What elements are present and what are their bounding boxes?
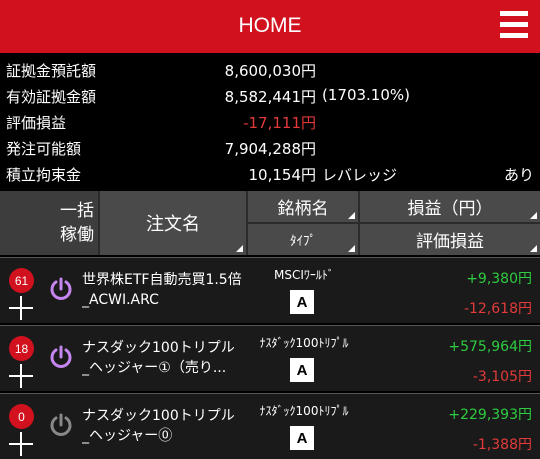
type-header[interactable]: ﾀｲﾌﾟ <box>248 224 358 255</box>
symbol-name: ﾅｽﾀﾞｯｸ100ﾄﾘﾌﾟﾙ <box>259 336 349 350</box>
pl-value: +9,380円 <box>466 271 532 287</box>
order-name: ナスダック100トリプル _ヘッジャー⓪ <box>82 406 252 446</box>
order-name: 世界株ETF自動売買1.5倍 _ACWI.ARC <box>82 270 252 310</box>
summary-label: 積立拘束金 <box>6 166 82 184</box>
table-row[interactable]: 18 ナスダック100トリプル _ヘッジャー①（売り... ﾅｽﾀﾞｯｸ100ﾄ… <box>0 325 540 391</box>
order-name-line2: _ヘッジャー⓪ <box>82 428 173 444</box>
summary-row-available: 発注可能額 7,904,288円 <box>0 135 540 161</box>
symbol-name: MSCIﾜｰﾙﾄﾞ <box>274 268 334 282</box>
app-header: HOME <box>0 0 540 53</box>
order-name-line2: _ヘッジャー①（売り... <box>82 360 227 376</box>
margin-ratio: (1703.10%) <box>322 86 410 104</box>
valuation-value: -12,618円 <box>463 301 532 317</box>
valuation-value: -3,105円 <box>472 369 532 385</box>
pl-value: +575,964円 <box>448 339 532 355</box>
leverage-label: レバレッジ <box>322 166 398 184</box>
summary-label: 証拠金預託額 <box>6 62 97 80</box>
add-icon[interactable] <box>9 364 35 390</box>
order-count-badge: 61 <box>9 268 34 293</box>
symbol-name: ﾅｽﾀﾞｯｸ100ﾄﾘﾌﾟﾙ <box>259 404 349 418</box>
symbol-header[interactable]: 銘柄名 <box>248 191 358 222</box>
sort-indicator-icon <box>530 245 537 252</box>
summary-value: 8,582,441円 <box>224 88 316 106</box>
pl-value: +229,393円 <box>448 407 532 423</box>
summary-row-deposit: 証拠金預託額 8,600,030円 <box>0 57 540 83</box>
valuation-value: -1,388円 <box>472 437 532 453</box>
order-name-line1: ナスダック100トリプル <box>82 340 235 356</box>
type-badge: A <box>290 358 314 382</box>
summary-row-effective-margin: 有効証拠金額 8,582,441円 (1703.10%) <box>0 83 540 109</box>
type-badge: A <box>290 290 314 314</box>
leverage-value: あり <box>503 166 534 184</box>
table-row[interactable]: 0 ナスダック100トリプル _ヘッジャー⓪ ﾅｽﾀﾞｯｸ100ﾄﾘﾌﾟﾙ A … <box>0 393 540 459</box>
sort-indicator-icon <box>348 212 355 219</box>
summary-label: 評価損益 <box>6 114 67 132</box>
pl-label: 損益（円） <box>407 199 493 219</box>
sort-indicator-icon <box>530 212 537 219</box>
summary-row-valuation: 評価損益 -17,111円 <box>0 109 540 135</box>
summary-value: 10,154円 <box>248 166 317 184</box>
valuation-label: 評価損益 <box>416 232 484 252</box>
summary-row-reserve: 積立拘束金 10,154円 レバレッジ あり <box>0 161 540 187</box>
bulk-run-label-2: 稼働 <box>60 225 94 245</box>
add-icon[interactable] <box>9 296 35 322</box>
summary-label: 有効証拠金額 <box>6 88 97 106</box>
order-name-header[interactable]: 注文名 <box>100 191 246 255</box>
hamburger-menu-icon[interactable] <box>500 11 530 41</box>
type-label: ﾀｲﾌﾟ <box>290 234 316 249</box>
power-toggle-icon[interactable] <box>48 276 74 302</box>
table-row[interactable]: 61 世界株ETF自動売買1.5倍 _ACWI.ARC MSCIﾜｰﾙﾄﾞ A … <box>0 257 540 323</box>
summary-value: 7,904,288円 <box>224 140 316 158</box>
pl-header[interactable]: 損益（円） <box>360 191 540 222</box>
valuation-header[interactable]: 評価損益 <box>360 224 540 255</box>
bulk-run-label-1: 一括 <box>60 201 94 221</box>
order-name-line2: _ACWI.ARC <box>82 292 159 308</box>
order-name-label: 注文名 <box>146 214 200 235</box>
type-badge: A <box>290 426 314 450</box>
order-count-badge: 18 <box>9 336 34 361</box>
order-name: ナスダック100トリプル _ヘッジャー①（売り... <box>82 338 252 378</box>
sort-indicator-icon <box>348 245 355 252</box>
page-title: HOME <box>238 14 302 37</box>
summary-label: 発注可能額 <box>6 140 82 158</box>
order-name-line1: 世界株ETF自動売買1.5倍 <box>82 272 242 288</box>
order-count-badge: 0 <box>9 404 34 429</box>
summary-value: 8,600,030円 <box>224 62 316 80</box>
power-toggle-icon[interactable] <box>48 344 74 370</box>
table-header: 一括 稼働 注文名 銘柄名 ﾀｲﾌﾟ 損益（円） 評価損益 <box>0 191 540 255</box>
summary-value: -17,111円 <box>243 114 316 132</box>
order-name-line1: ナスダック100トリプル <box>82 408 235 424</box>
bulk-run-header[interactable]: 一括 稼働 <box>0 191 98 255</box>
account-summary: 証拠金預託額 8,600,030円 有効証拠金額 8,582,441円 (170… <box>0 57 540 187</box>
add-icon[interactable] <box>9 432 35 458</box>
sort-indicator-icon <box>236 245 243 252</box>
power-toggle-icon[interactable] <box>48 412 74 438</box>
symbol-label: 銘柄名 <box>277 199 329 219</box>
